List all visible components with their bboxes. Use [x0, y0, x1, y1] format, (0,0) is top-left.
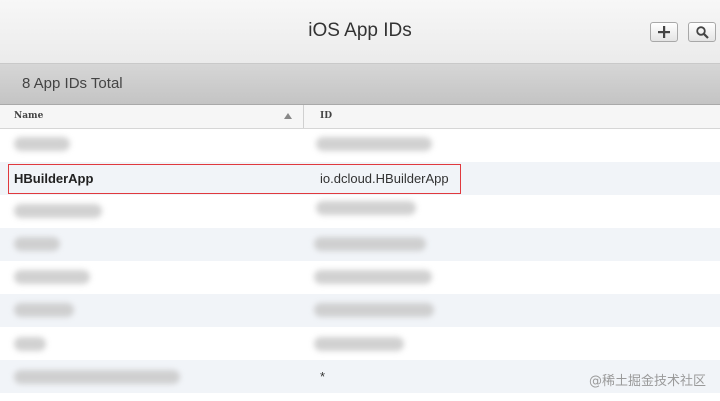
plus-icon: [658, 26, 670, 38]
column-header-name[interactable]: Name: [14, 111, 43, 121]
table-row[interactable]: [0, 261, 720, 294]
summary-bar: 8 App IDs Total: [0, 64, 720, 105]
sort-ascending-icon[interactable]: [284, 113, 292, 119]
column-header-id[interactable]: ID: [320, 111, 332, 121]
app-ids-window: iOS App IDs 8 App IDs Total Name ID HBui…: [0, 0, 720, 401]
app-id-cell: io.dcloud.HBuilderApp: [320, 171, 449, 186]
obscured-name: [14, 270, 90, 284]
obscured-name: [14, 337, 46, 351]
obscured-name: [14, 237, 60, 251]
magnifier-icon: [696, 26, 709, 39]
table-row[interactable]: [0, 195, 720, 228]
obscured-name: [14, 303, 74, 317]
obscured-id: [316, 137, 432, 151]
table-header: Name ID: [0, 105, 720, 129]
app-id-table: HBuilderApp io.dcloud.HBuilderApp *: [0, 129, 720, 393]
obscured-name: [14, 370, 180, 384]
obscured-name: [14, 137, 70, 151]
add-app-id-button[interactable]: [650, 22, 678, 42]
table-row[interactable]: [0, 129, 720, 162]
header-bar: iOS App IDs: [0, 0, 720, 64]
app-name-cell: HBuilderApp: [14, 171, 94, 186]
page-title: iOS App IDs: [308, 20, 412, 41]
obscured-id: [316, 201, 416, 215]
obscured-id: [314, 303, 434, 317]
table-row[interactable]: [0, 294, 720, 327]
total-count: 8 App IDs Total: [22, 75, 123, 92]
column-divider[interactable]: [303, 105, 304, 128]
table-row[interactable]: HBuilderApp io.dcloud.HBuilderApp: [0, 162, 720, 195]
obscured-name: [14, 204, 102, 218]
obscured-id: [314, 237, 426, 251]
search-button[interactable]: [688, 22, 716, 42]
table-row[interactable]: [0, 228, 720, 261]
app-id-cell: *: [320, 369, 326, 384]
obscured-id: [314, 270, 432, 284]
watermark: @稀土掘金技术社区: [588, 374, 706, 389]
obscured-id: [314, 337, 404, 351]
table-row[interactable]: [0, 327, 720, 360]
